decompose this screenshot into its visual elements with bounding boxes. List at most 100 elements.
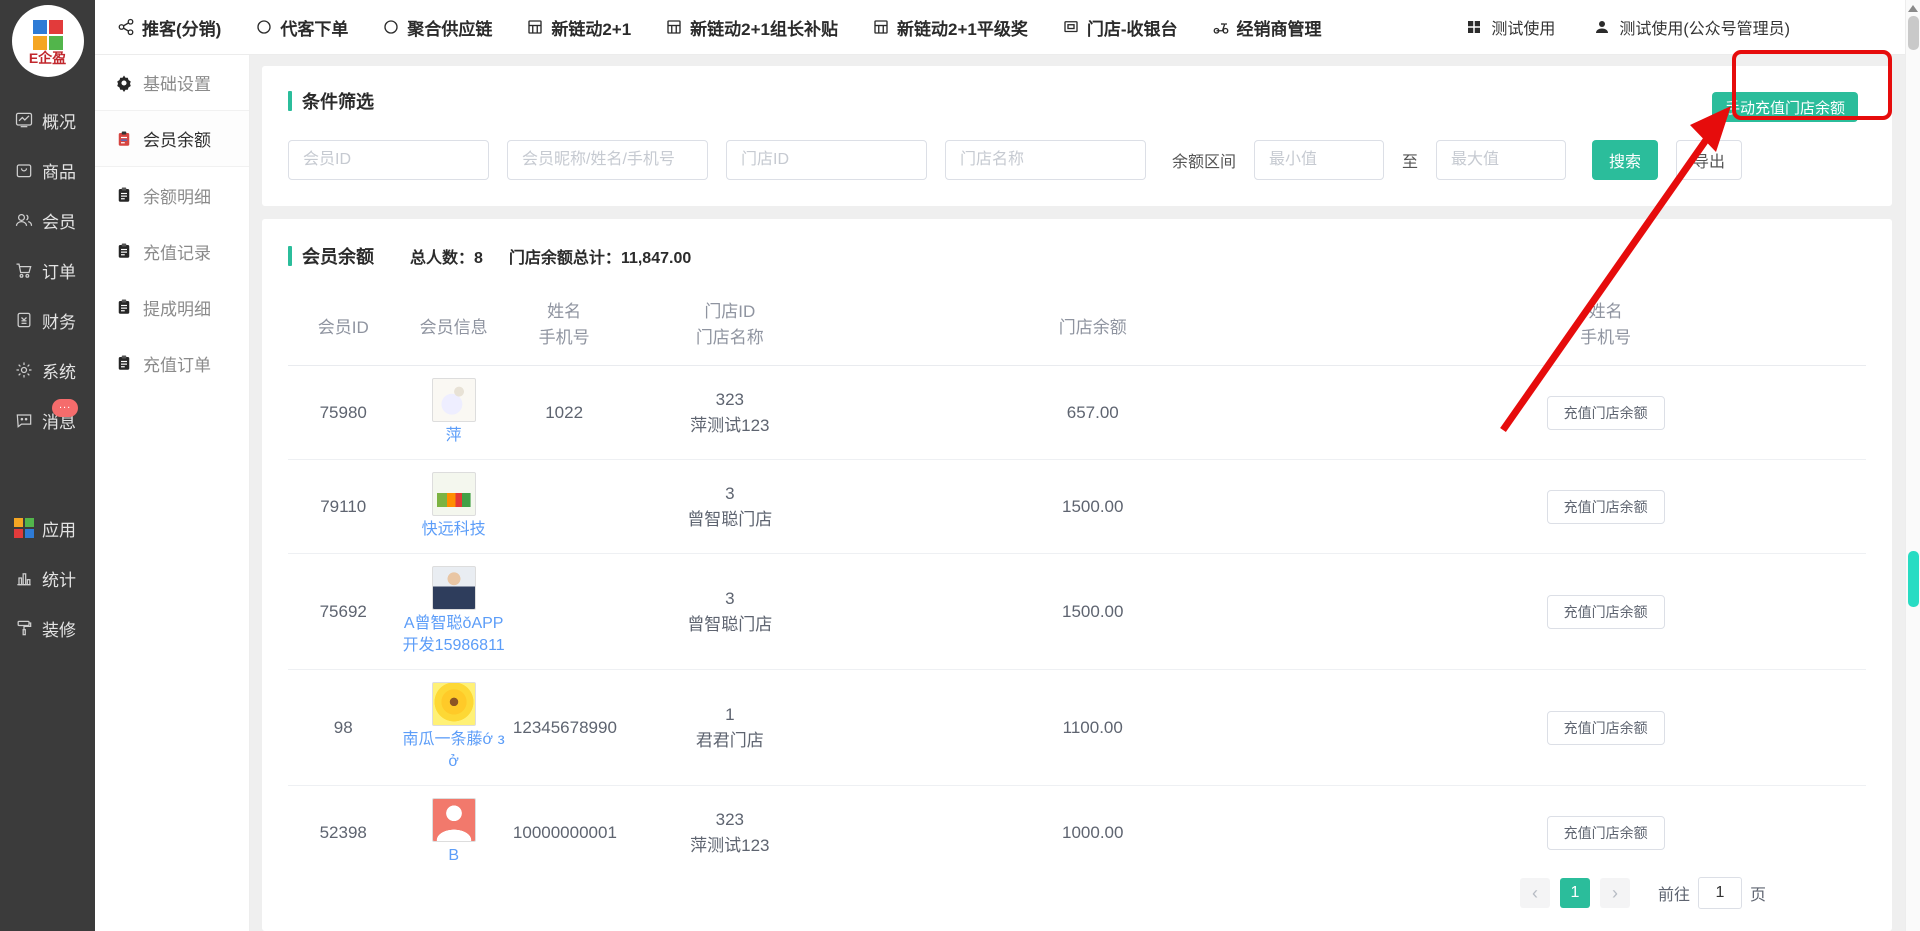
user-icon [1593, 18, 1611, 36]
topnav-item-label: 经销商管理 [1237, 15, 1322, 40]
sidebar-item-decorate[interactable]: 装修 [0, 603, 95, 653]
submenu-item-3[interactable]: 充值记录 [95, 223, 249, 279]
member-id-cell: 52398 [288, 823, 398, 843]
table-header-row: 会员ID 会员信息 姓名手机号 门店ID门店名称 门店余额 姓名手机号 [288, 291, 1866, 366]
submenu-item-4[interactable]: 提成明细 [95, 279, 249, 335]
logo-text: E企盈 [29, 50, 66, 66]
topnav-item-label: 新链动2+1平级奖 [897, 15, 1028, 40]
sidebar-item-overview[interactable]: 概况 [0, 95, 95, 145]
header-member-id: 会员ID [288, 313, 398, 338]
min-balance-input[interactable] [1254, 140, 1384, 180]
topnav-item-6[interactable]: 门店-收银台 [1062, 15, 1178, 40]
member-name-link[interactable]: 快远科技 [422, 519, 486, 541]
submenu-item-0[interactable]: 基础设置 [95, 55, 249, 111]
member-name-link[interactable]: 南瓜一条藤ớ з ở [402, 729, 504, 773]
table-body: 75980 萍 1022 323 萍测试123 657.00 充值门店余额 79… [288, 366, 1866, 863]
sidebar-item-message[interactable]: 消息... [0, 395, 95, 445]
member-avatar [432, 378, 476, 422]
recharge-store-balance-button[interactable]: 充值门店余额 [1547, 396, 1665, 430]
sidebar-item-member[interactable]: 会员 [0, 195, 95, 245]
member-name-link[interactable]: A曾智聪ǒAPP开发15986811 [402, 613, 504, 657]
sidebar-item-finance[interactable]: 财务 [0, 295, 95, 345]
submenu-item-2[interactable]: 余额明细 [95, 167, 249, 223]
sidebar-item-label: 财务 [42, 308, 76, 333]
sidebar-item-apps-color[interactable]: 应用 [0, 503, 95, 553]
search-button[interactable]: 搜索 [1592, 140, 1658, 180]
total-count: 总人数：8 [410, 244, 483, 268]
scroll-up-icon[interactable] [1908, 5, 1918, 12]
store-balance-cell: 1100.00 [840, 718, 1345, 738]
sidebar-item-system[interactable]: 系统 [0, 345, 95, 395]
store-balance-cell: 657.00 [840, 403, 1345, 423]
recharge-store-balance-button[interactable]: 充值门店余额 [1547, 490, 1665, 524]
total-balance: 门店余额总计：11,847.00 [509, 244, 691, 268]
header-store: 门店ID门店名称 [619, 299, 840, 351]
page-scrollbar[interactable] [1905, 0, 1920, 931]
workspace-switcher[interactable]: 测试使用 [1465, 15, 1555, 39]
member-name-input[interactable] [507, 140, 708, 180]
prev-page-button[interactable]: ‹ [1520, 878, 1550, 908]
message-badge: ... [52, 399, 78, 417]
member-avatar [432, 472, 476, 516]
topnav-item-7[interactable]: 经销商管理 [1212, 15, 1322, 40]
store-id-text: 3 [623, 481, 836, 507]
member-balance-title: 会员余额 [288, 243, 374, 269]
topbar-account: 测试使用 测试使用(公众号管理员) [1465, 15, 1920, 39]
store-id-text: 323 [623, 807, 836, 833]
summary-row: 会员余额 总人数：8 门店余额总计：11,847.00 [288, 243, 1866, 269]
topnav-item-1[interactable]: 代客下单 [255, 15, 348, 40]
scrollbar-thumb-top[interactable] [1908, 16, 1919, 50]
member-name-link[interactable]: B [448, 845, 459, 863]
sidebar-item-goods[interactable]: 商品 [0, 145, 95, 195]
current-user[interactable]: 测试使用(公众号管理员) [1593, 15, 1790, 39]
store-id-text: 3 [623, 586, 836, 612]
sidebar-item-label: 应用 [42, 516, 76, 541]
topnav-item-3[interactable]: 新链动2+1 [526, 15, 631, 40]
header-balance: 门店余额 [840, 313, 1345, 338]
sidebar-item-label: 系统 [42, 358, 76, 383]
member-id-cell: 75692 [288, 602, 398, 622]
member-name-link[interactable]: 萍 [446, 425, 462, 447]
store-name-input[interactable] [945, 140, 1146, 180]
submenu-item-1[interactable]: 会员余额 [95, 111, 249, 167]
recharge-store-balance-button[interactable]: 充值门店余额 [1547, 595, 1665, 629]
page-number-1[interactable]: 1 [1560, 878, 1590, 908]
topnav-item-4[interactable]: 新链动2+1组长补贴 [665, 15, 838, 40]
store-balance-cell: 1000.00 [840, 823, 1345, 843]
sidebar-item-label: 概况 [42, 108, 76, 133]
goto-page-input[interactable] [1698, 877, 1742, 909]
member-id-cell: 75980 [288, 403, 398, 423]
filter-row: 余额区间 至 搜索 导出 [288, 140, 1866, 180]
member-id-input[interactable] [288, 140, 489, 180]
topnav-item-0[interactable]: 推客(分销) [117, 15, 221, 40]
grid-icon [872, 18, 890, 36]
name-phone-cell: 12345678990 [509, 718, 619, 738]
decorate-icon [14, 618, 34, 638]
share-icon [117, 18, 135, 36]
action-cell: 充值门店余额 [1345, 595, 1866, 629]
max-balance-input[interactable] [1436, 140, 1566, 180]
manual-recharge-button[interactable]: 手动充值门店余额 [1712, 92, 1858, 122]
sidebar-item-order[interactable]: 订单 [0, 245, 95, 295]
clipboard-active-icon [115, 130, 133, 148]
summary-stats: 总人数：8 门店余额总计：11,847.00 [410, 244, 691, 268]
topnav-item-5[interactable]: 新链动2+1平级奖 [872, 15, 1028, 40]
recharge-store-balance-button[interactable]: 充值门店余额 [1547, 816, 1665, 850]
goods-icon [14, 160, 34, 180]
app-logo[interactable]: E企盈 [12, 5, 84, 77]
cashier-icon [1062, 18, 1080, 36]
export-button[interactable]: 导出 [1676, 140, 1742, 180]
member-info-cell: B [398, 798, 508, 863]
recharge-store-balance-button[interactable]: 充值门店余额 [1547, 711, 1665, 745]
store-cell: 323 萍测试123 [619, 807, 840, 859]
sidebar-item-label: 商品 [42, 158, 76, 183]
clipboard-icon [115, 298, 133, 316]
next-page-button[interactable]: › [1600, 878, 1630, 908]
header-name-phone: 姓名手机号 [509, 299, 619, 351]
sidebar-item-stats[interactable]: 统计 [0, 553, 95, 603]
topnav: 推客(分销) 代客下单 聚合供应链 新链动2+1 新链动2+1组长补贴 新链动2+1平级奖… [117, 15, 1322, 40]
topnav-item-2[interactable]: 聚合供应链 [382, 15, 492, 40]
scrollbar-thumb-teal[interactable] [1908, 551, 1919, 607]
store-id-input[interactable] [726, 140, 927, 180]
submenu-item-5[interactable]: 充值订单 [95, 335, 249, 391]
